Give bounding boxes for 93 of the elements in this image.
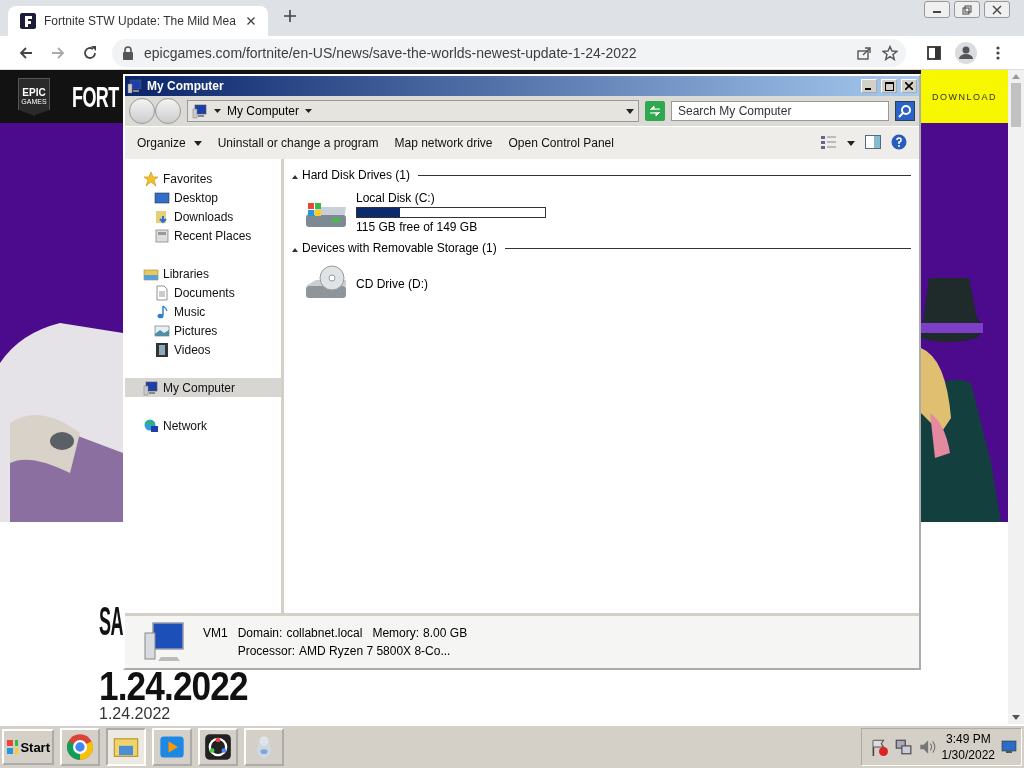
nav-item-icon [154,227,170,244]
field-value: 8.00 GB [423,626,468,640]
clock-time: 3:49 PM [944,731,992,747]
maximize-icon [884,81,894,91]
close-icon [905,82,913,90]
nav-item-icon [143,170,159,187]
preview-pane-icon[interactable] [865,133,881,150]
side-panel-icon[interactable] [926,44,942,61]
nav-item-icon [154,208,170,225]
field-label: Memory: [372,626,420,640]
computer-icon [192,103,208,119]
caret-icon [193,140,202,146]
scrollbar[interactable] [1008,70,1024,724]
search-button[interactable] [895,101,915,121]
nav-item-icon [143,379,159,396]
star-icon [882,44,898,61]
lock-icon [122,45,134,60]
nav-item[interactable]: Music [125,302,281,321]
computer-icon [127,78,143,94]
field-value: AMD Ryzen 7 5800X 8-Co... [299,644,451,658]
computer-name: VM1 [203,626,228,640]
network-icon [893,738,912,756]
close-icon [992,4,1002,15]
field-label: Domain: [237,626,283,640]
menu-icon[interactable] [996,44,1000,61]
windows-logo-icon [6,739,19,755]
breadcrumb[interactable]: My Computer [227,104,300,118]
start-button[interactable]: Start [2,729,54,765]
nav-item-icon [154,322,170,339]
search-icon [898,104,912,118]
brand-logo[interactable]: FORT [72,79,119,114]
nav-item[interactable]: Desktop [125,188,281,207]
view-options-icon[interactable] [821,134,837,149]
address-bar[interactable]: epicgames.com/fortnite/en-US/news/save-the-worlds-newest-update-1-24-2022 [112,38,906,67]
help-icon[interactable] [891,133,907,150]
maximize-button[interactable] [881,79,897,93]
caret-icon[interactable] [305,109,313,113]
scroll-down-icon[interactable] [1012,715,1020,720]
nav-item[interactable]: Favorites [125,169,281,188]
nav-item[interactable]: My Computer [125,378,281,397]
nav-item-icon [154,189,170,206]
close-button[interactable] [984,1,1010,18]
nav-item[interactable]: Downloads [125,207,281,226]
collapse-icon [292,248,298,252]
free-space: 115 GB free of 149 GB [356,220,479,234]
recorder-icon [204,733,232,761]
field-value: collabnet.local [286,626,363,640]
headline: 1.24.2022 [99,669,248,703]
download-button[interactable]: DOWNLOAD [921,70,1008,123]
speaker-icon [917,738,936,756]
reload-icon[interactable] [82,44,98,61]
favicon-icon [20,13,36,29]
back-icon[interactable] [18,44,34,61]
drive-name[interactable]: Local Disk (C:) [356,191,546,205]
new-tab-icon [281,8,298,24]
group-header[interactable]: Hard Disk Drives (1) [302,168,410,182]
taskbar-app[interactable] [198,728,238,766]
headline: SA [99,598,124,644]
group-header[interactable]: Devices with Removable Storage (1) [302,241,497,255]
caret-icon[interactable] [626,108,634,114]
profile-icon[interactable] [955,41,977,64]
command-button[interactable]: Map network drive [394,136,493,150]
share-icon [856,44,872,61]
field-label: Processor: [237,644,296,658]
article-date: 1.24.2022 [99,705,172,723]
nav-item[interactable]: Recent Places [125,226,281,245]
show-desktop-icon [1001,740,1017,754]
scroll-thumb[interactable] [1011,83,1021,127]
nav-item[interactable]: Documents [125,283,281,302]
address-field[interactable]: My Computer [187,100,639,122]
caret-icon [847,140,855,146]
collapse-icon [292,175,298,179]
refresh-icon[interactable] [645,101,665,121]
command-button[interactable]: Uninstall or change a program [217,136,379,150]
search-field[interactable]: Search My Computer [671,101,889,121]
restore-button[interactable] [954,1,980,18]
nav-item-icon [143,417,159,434]
command-button[interactable]: Open Control Panel [508,136,614,150]
window-title: My Computer [147,79,225,93]
clock-date: 1/30/2022 [941,747,995,763]
browser-tab[interactable]: Fortnite STW Update: The Mild Mea [8,6,268,36]
caret-icon[interactable] [214,109,221,113]
drive-name[interactable]: CD Drive (D:) [356,277,428,291]
nav-item[interactable]: Videos [125,340,281,359]
nav-item[interactable]: Network [125,416,281,435]
nav-item[interactable]: Libraries [125,264,281,283]
restore-icon [962,4,972,15]
minimize-button[interactable] [924,1,950,18]
command-button[interactable]: Organize [137,136,202,150]
nav-item[interactable]: Pictures [125,321,281,340]
nav-item-icon [154,284,170,301]
nav-item-icon [154,341,170,358]
browser-icon [66,733,94,761]
